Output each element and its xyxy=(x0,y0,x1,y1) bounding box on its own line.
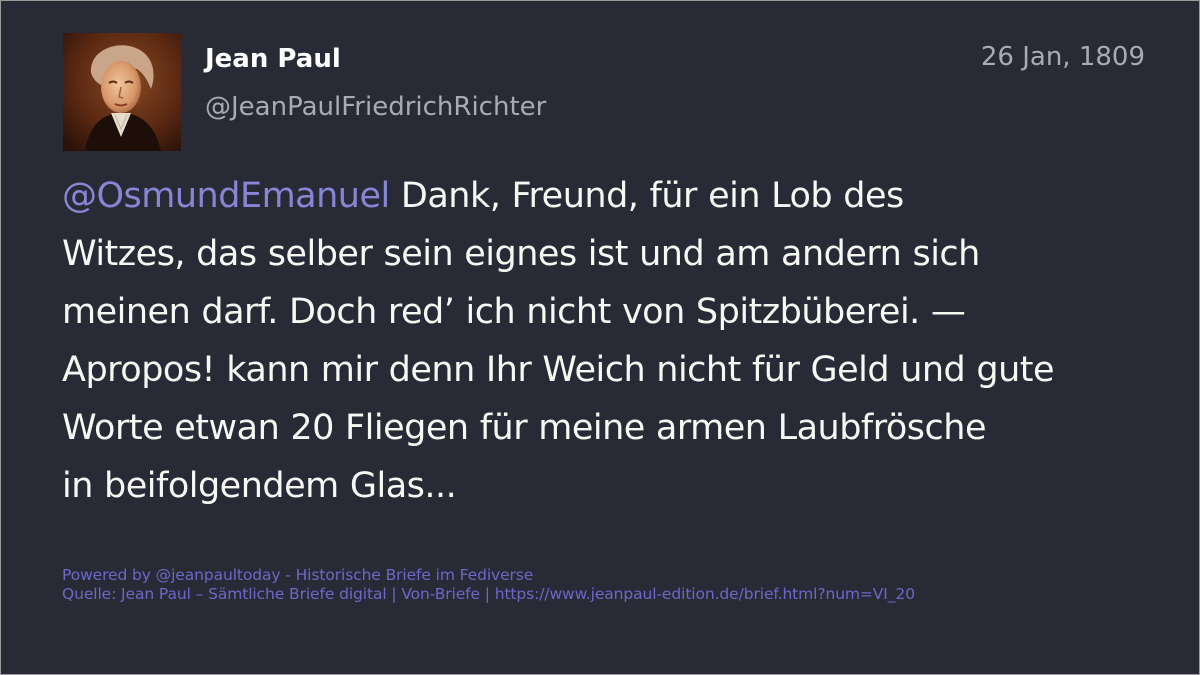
post-date: 26 Jan, 1809 xyxy=(980,42,1145,72)
post-body-text: Dank, Freund, für ein Lob des xyxy=(389,176,904,216)
mention-link[interactable]: @OsmundEmanuel xyxy=(62,176,390,216)
post-body-line-6: in beifolgendem Glas... xyxy=(62,466,457,506)
portrait-avatar-icon xyxy=(63,33,181,151)
post-body-line-1: @OsmundEmanuel Dank, Freund, für ein Lob… xyxy=(62,167,1172,225)
post-body: @OsmundEmanuel Dank, Freund, für ein Lob… xyxy=(62,167,1172,515)
footer: Powered by @jeanpaultoday - Historische … xyxy=(62,566,915,604)
post-body-line-5: Worte etwan 20 Fliegen für meine armen L… xyxy=(62,408,986,448)
author-name[interactable]: Jean Paul xyxy=(205,41,341,77)
powered-by-link[interactable]: Powered by @jeanpaultoday - Historische … xyxy=(62,566,915,585)
post-body-line-2: Witzes, das selber sein eignes ist und a… xyxy=(62,234,980,274)
source-link[interactable]: Quelle: Jean Paul – Sämtliche Briefe dig… xyxy=(62,585,915,604)
author-avatar[interactable] xyxy=(63,33,181,151)
post-card: Jean Paul @JeanPaulFriedrichRichter 26 J… xyxy=(1,1,1199,674)
post-body-line-3: meinen darf. Doch red’ ich nicht von Spi… xyxy=(62,292,966,332)
post-body-line-4: Apropos! kann mir denn Ihr Weich nicht f… xyxy=(62,350,1055,390)
author-handle[interactable]: @JeanPaulFriedrichRichter xyxy=(205,89,546,125)
